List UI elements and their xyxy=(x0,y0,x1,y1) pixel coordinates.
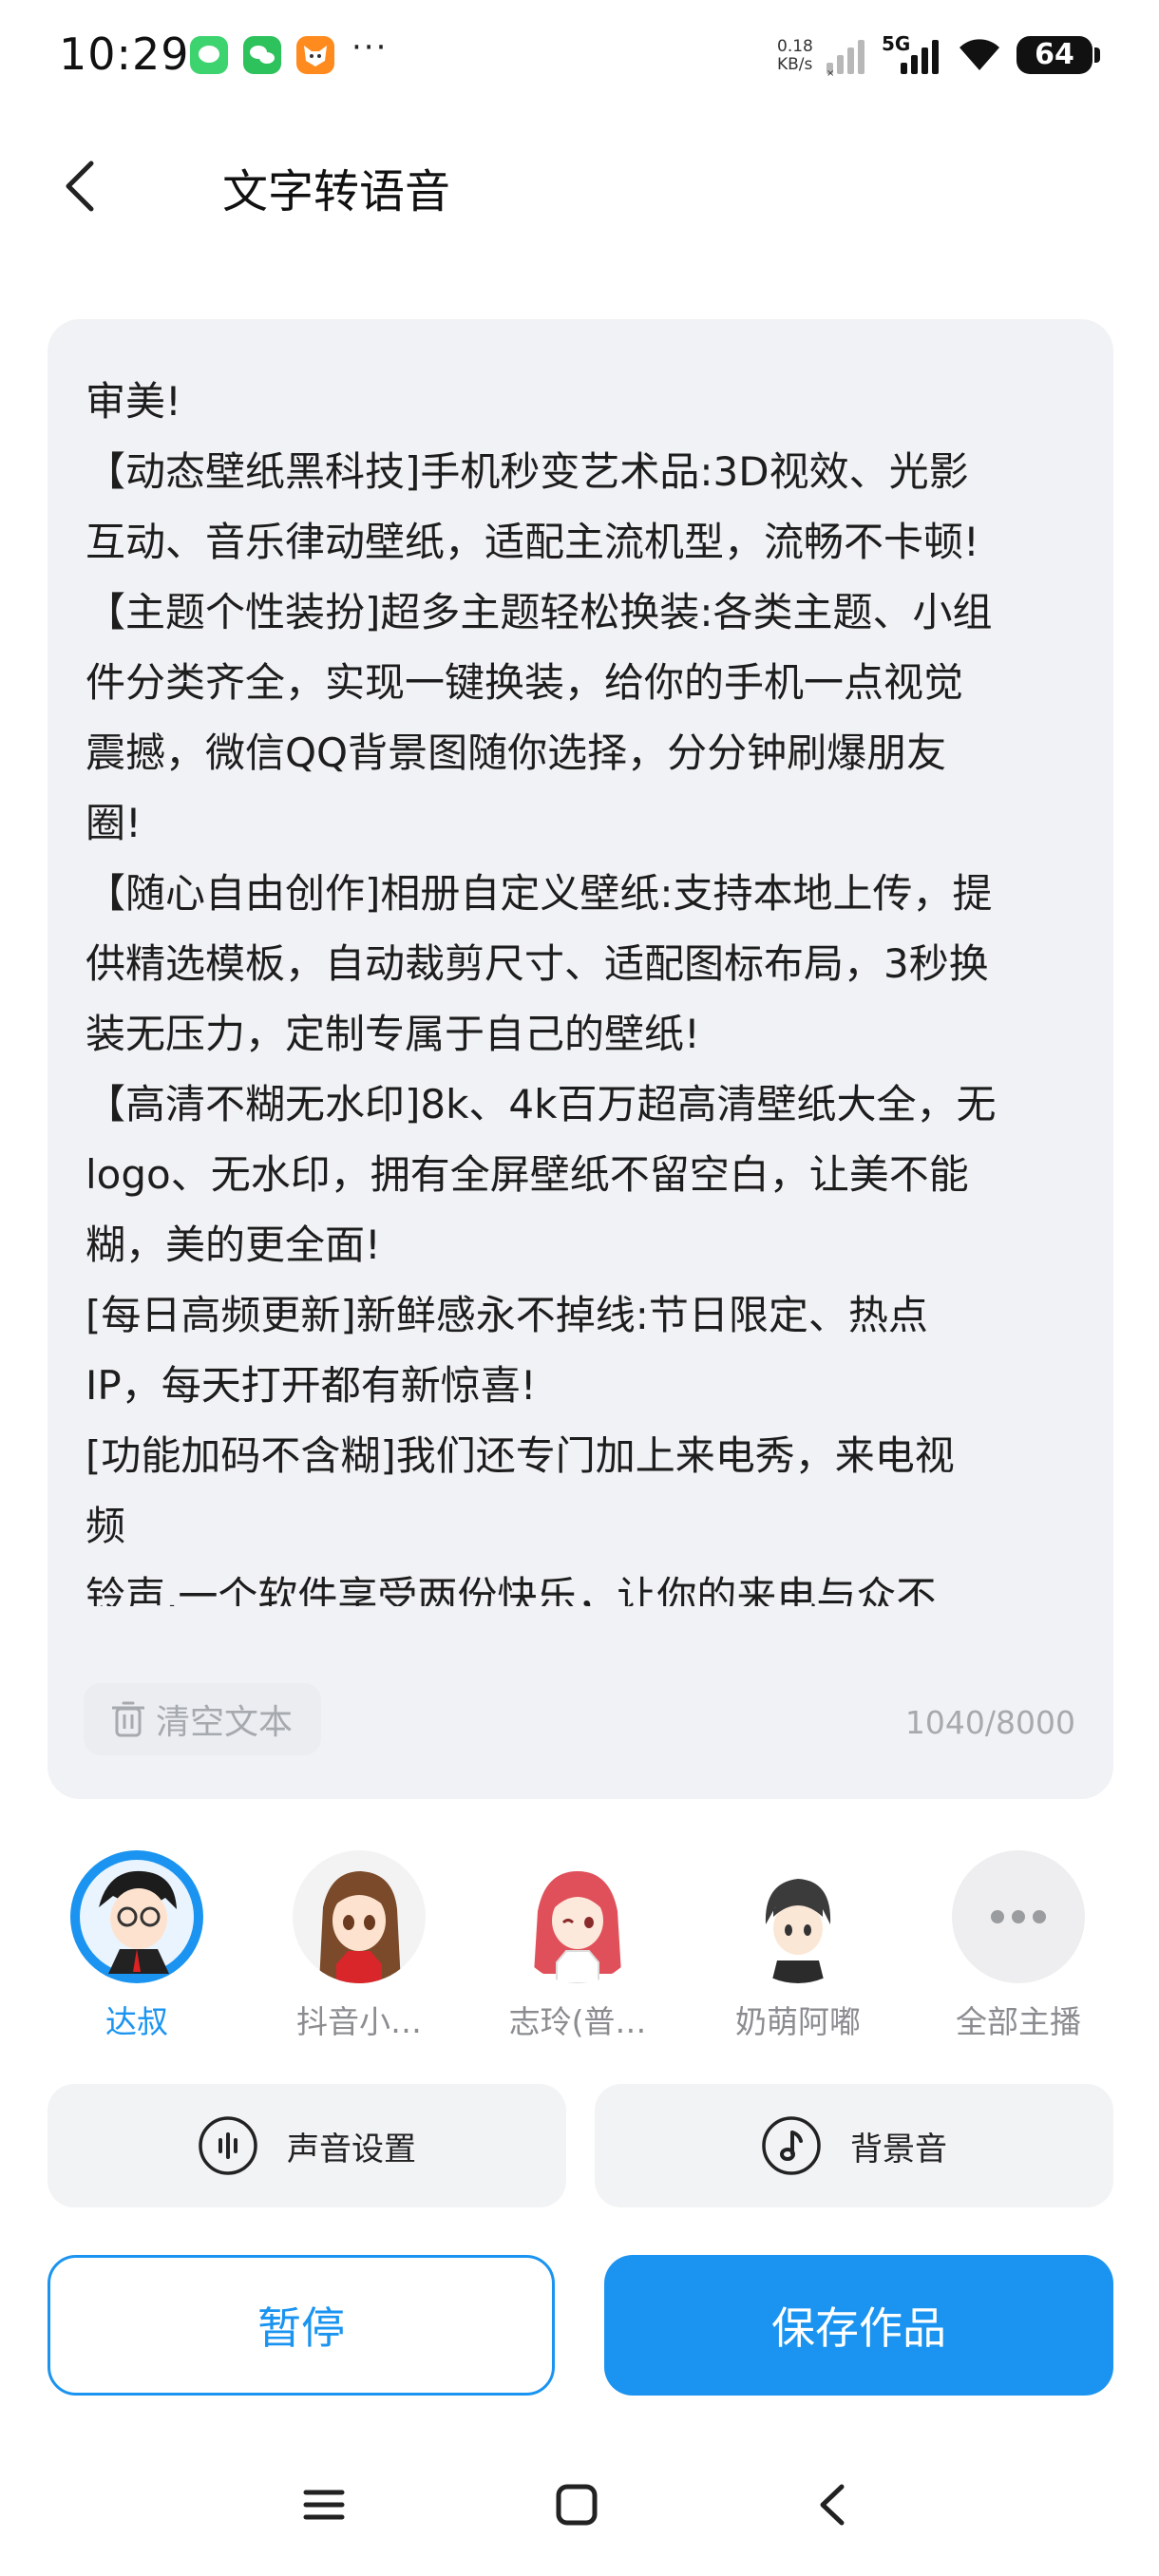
status-bar: 10:29 ··· 0.18 KB/s × 5G 64 xyxy=(0,0,1159,114)
more-icon xyxy=(952,1850,1085,1983)
editor-text-line: logo、无水印，拥有全屏壁纸不留空白，让美不能 xyxy=(86,1151,969,1198)
editor-text-line: 糊，美的更全面! xyxy=(86,1222,381,1268)
voice-name: 志玲(普… xyxy=(508,2003,647,2040)
messages-icon xyxy=(190,36,228,74)
voice-option-douyin[interactable]: 抖音小… xyxy=(264,1850,454,2042)
music-note-icon xyxy=(762,2116,821,2175)
page-title: 文字转语音 xyxy=(222,165,451,218)
editor-text-line: 【高清不糊无水印]8k、4k百万超高清壁纸大全，无 xyxy=(86,1081,997,1127)
editor-text-line: 件分类齐全，实现一键换装，给你的手机一点视觉 xyxy=(86,659,964,706)
battery-indicator: 64 xyxy=(1016,36,1100,74)
back-button[interactable] xyxy=(57,152,104,218)
clear-text-label: 清空文本 xyxy=(156,1703,294,1742)
sound-wave-icon xyxy=(199,2116,257,2175)
editor-text-line: 铃声,一个软件享受两份快乐，让你的来电与众不 xyxy=(86,1573,937,1606)
editor-text-line: [功能加码不含糊]我们还专门加上来电秀，来电视 xyxy=(86,1432,955,1479)
wechat-icon xyxy=(243,36,281,74)
voice-option-naimeng[interactable]: 奶萌阿嘟 xyxy=(703,1850,893,2042)
voice-settings-label: 声音设置 xyxy=(287,2130,416,2169)
text-editor-input[interactable]: 审美! 【动态壁纸黑科技]手机秒变艺术品:3D视效、光影 互动、音乐律动壁纸，适配主… xyxy=(86,367,1074,1606)
status-more-icon: ··· xyxy=(352,28,389,66)
voice-name: 达叔 xyxy=(105,2003,168,2040)
char-count: 1040/8000 xyxy=(904,1704,1075,1741)
trash-icon xyxy=(112,1701,144,1737)
editor-text-line: IP，每天打开都有新惊喜! xyxy=(86,1362,537,1409)
editor-text-line: 【主题个性装扮]超多主题轻松换装:各类主题、小组 xyxy=(86,589,993,635)
voice-name: 奶萌阿嘟 xyxy=(735,2003,861,2040)
nav-back-icon[interactable] xyxy=(809,2481,857,2529)
editor-text-line: 装无压力，定制专属于自己的壁纸! xyxy=(86,1011,700,1057)
editor-text-line: 【随心自由创作]相册自定义壁纸:支持本地上传，提 xyxy=(86,870,993,917)
save-work-button[interactable]: 保存作品 xyxy=(604,2255,1113,2396)
voice-option-dashu[interactable]: 达叔 xyxy=(42,1850,232,2042)
home-icon[interactable] xyxy=(553,2481,600,2529)
voice-option-zhiling[interactable]: 志玲(普… xyxy=(483,1850,673,2042)
voice-settings-button[interactable]: 声音设置 xyxy=(48,2084,566,2207)
net-speed: 0.18 KB/s xyxy=(777,38,813,74)
menu-icon[interactable] xyxy=(300,2481,348,2529)
editor-text-line: 圈! xyxy=(86,800,142,846)
net-speed-unit: KB/s xyxy=(777,55,813,74)
avatar xyxy=(511,1850,644,1983)
editor-text-line: 【动态壁纸黑科技]手机秒变艺术品:3D视效、光影 xyxy=(86,448,969,495)
net-speed-value: 0.18 xyxy=(777,37,813,56)
chevron-left-icon xyxy=(66,161,94,212)
editor-text-line: [每日高频更新]新鲜感永不掉线:节日限定、热点 xyxy=(86,1292,928,1338)
avatar xyxy=(70,1850,203,1983)
background-music-button[interactable]: 背景音 xyxy=(595,2084,1113,2207)
editor-text-line: 审美! xyxy=(86,378,181,425)
voice-name: 全部主播 xyxy=(956,2003,1081,2040)
status-time: 10:29 xyxy=(59,28,190,80)
signal-sim1-icon: × xyxy=(826,40,864,76)
pause-button[interactable]: 暂停 xyxy=(48,2255,555,2396)
editor-text-line: 频 xyxy=(86,1503,126,1549)
editor-text-line: 互动、音乐律动壁纸，适配主流机型，流畅不卡顿! xyxy=(86,519,979,565)
wifi-icon xyxy=(960,39,999,70)
voice-name: 抖音小… xyxy=(296,2003,422,2040)
signal-sim2-icon xyxy=(901,40,939,74)
text-editor-card[interactable]: 审美! 【动态壁纸黑科技]手机秒变艺术品:3D视效、光影 互动、音乐律动壁纸，适配主… xyxy=(48,319,1113,1799)
avatar xyxy=(293,1850,426,1983)
avatar xyxy=(732,1850,864,1983)
svg-text:×: × xyxy=(826,68,834,76)
editor-text-line: 供精选模板，自动裁剪尺寸、适配图标布局，3秒换 xyxy=(86,940,989,987)
clear-text-button[interactable]: 清空文本 xyxy=(84,1683,322,1755)
background-music-label: 背景音 xyxy=(850,2130,947,2169)
fox-app-icon xyxy=(296,36,334,74)
all-voices-button[interactable]: 全部主播 xyxy=(923,1850,1113,2042)
editor-text-line: 震撼，微信QQ背景图随你选择，分分钟刷爆朋友 xyxy=(86,729,947,776)
